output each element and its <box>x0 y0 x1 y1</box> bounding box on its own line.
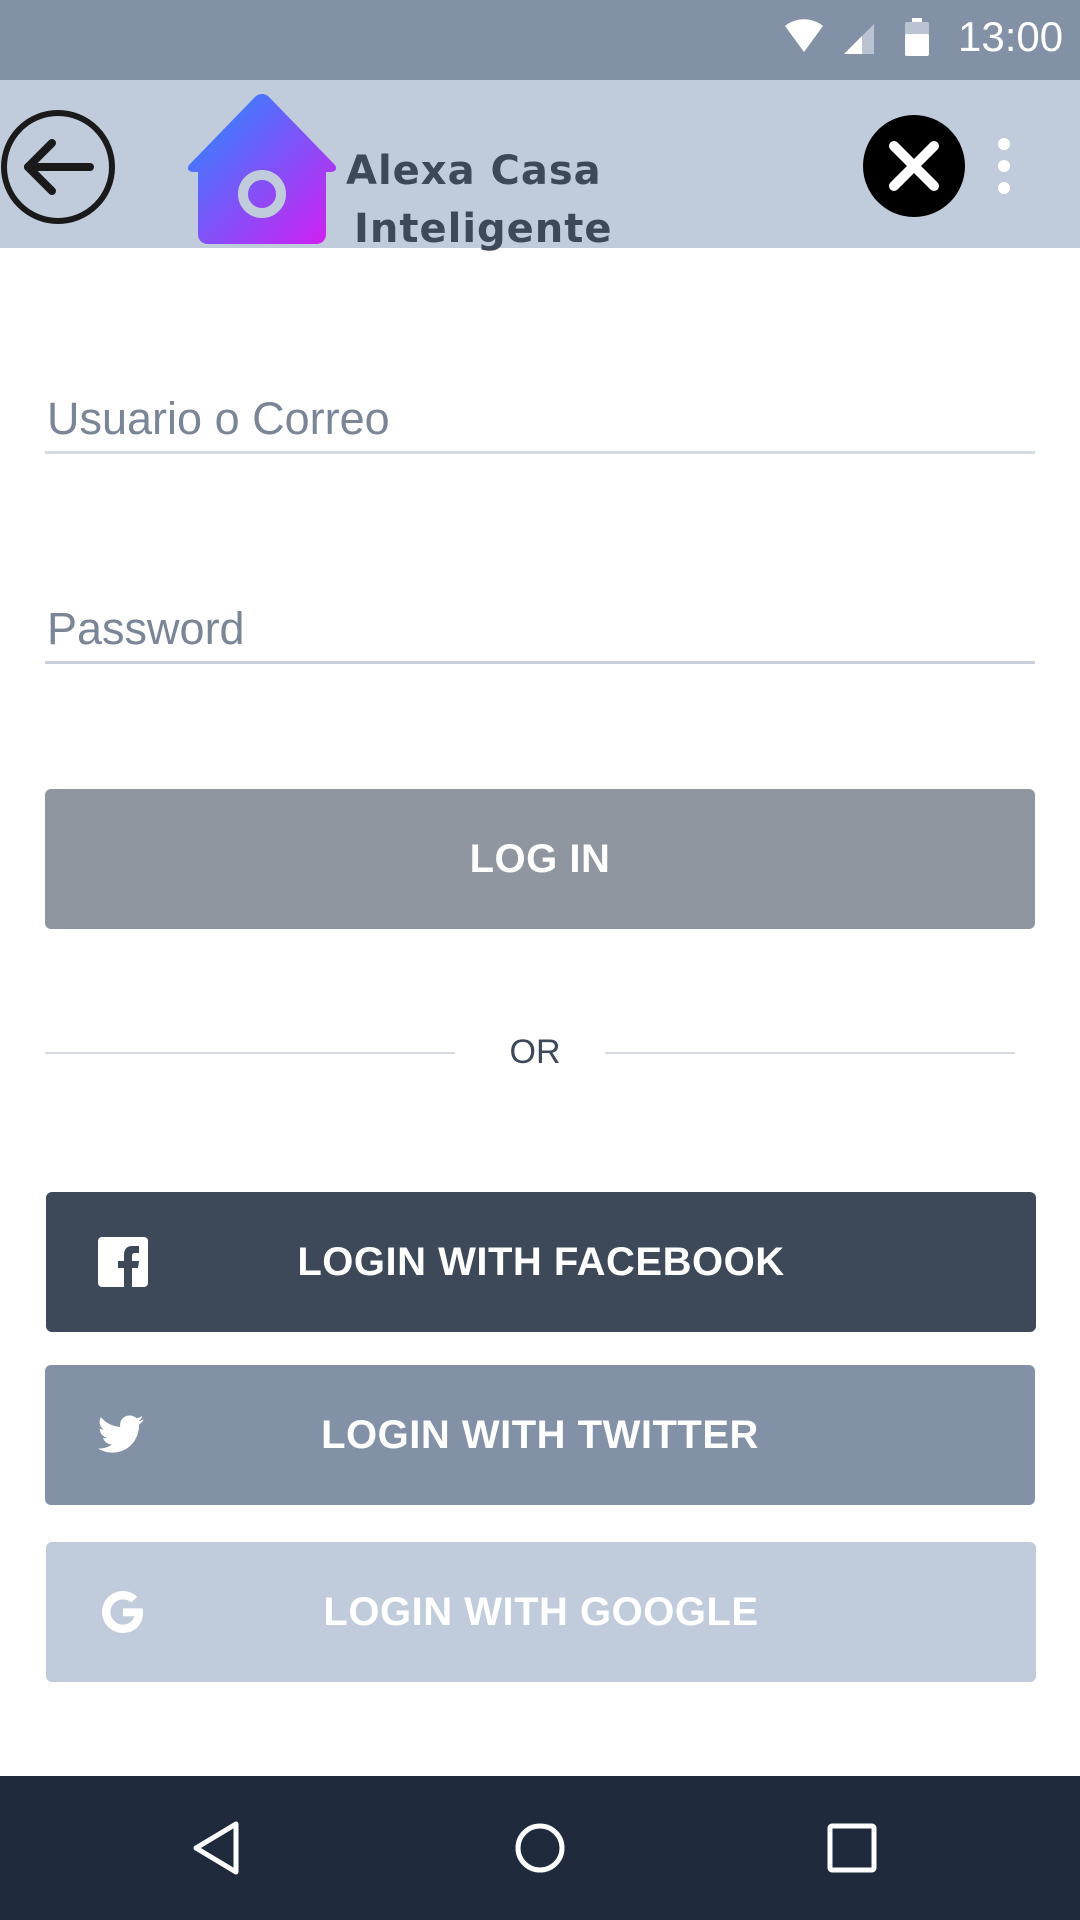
back-arrow-icon[interactable] <box>0 108 118 226</box>
clock: 13:00 <box>958 13 1064 60</box>
nav-back-icon[interactable] <box>188 1820 244 1876</box>
home-logo-icon <box>187 94 337 244</box>
status-bar: 13:00 <box>0 0 1080 80</box>
google-login-label: LOGIN WITH GOOGLE <box>323 1589 759 1634</box>
login-button[interactable]: LOG IN <box>45 789 1035 929</box>
wifi-icon <box>785 19 823 52</box>
divider-line-right <box>605 1052 1015 1054</box>
username-placeholder: Usuario o Correo <box>47 393 390 444</box>
app-title: Alexa Casa Inteligente <box>346 142 613 258</box>
app-title-line1: Alexa Casa <box>346 148 602 194</box>
signal-icon <box>844 24 874 54</box>
app-title-line2: Inteligente <box>354 206 613 252</box>
app-bar: Alexa Casa Inteligente <box>0 80 1080 252</box>
password-field[interactable]: Password <box>45 594 1035 664</box>
twitter-login-label: LOGIN WITH TWITTER <box>321 1412 759 1457</box>
or-label: OR <box>509 1033 561 1071</box>
twitter-login-button[interactable]: LOGIN WITH TWITTER <box>45 1365 1035 1505</box>
more-vert-icon[interactable] <box>990 134 1018 198</box>
google-login-button[interactable]: LOGIN WITH GOOGLE <box>46 1542 1036 1682</box>
nav-home-icon[interactable] <box>512 1820 568 1876</box>
password-placeholder: Password <box>47 603 245 654</box>
system-nav-bar <box>0 1776 1080 1920</box>
facebook-login-button[interactable]: LOGIN WITH FACEBOOK <box>46 1192 1036 1332</box>
facebook-login-label: LOGIN WITH FACEBOOK <box>297 1239 785 1284</box>
nav-recents-icon[interactable] <box>824 1820 880 1876</box>
close-icon[interactable] <box>862 114 966 218</box>
or-divider: OR <box>45 1030 1015 1074</box>
twitter-icon <box>97 1415 145 1453</box>
facebook-icon <box>98 1237 148 1287</box>
google-icon <box>102 1591 143 1633</box>
divider-line-left <box>45 1052 455 1054</box>
login-button-label: LOG IN <box>469 836 611 881</box>
username-field[interactable]: Usuario o Correo <box>45 384 1035 454</box>
battery-icon <box>905 18 929 56</box>
